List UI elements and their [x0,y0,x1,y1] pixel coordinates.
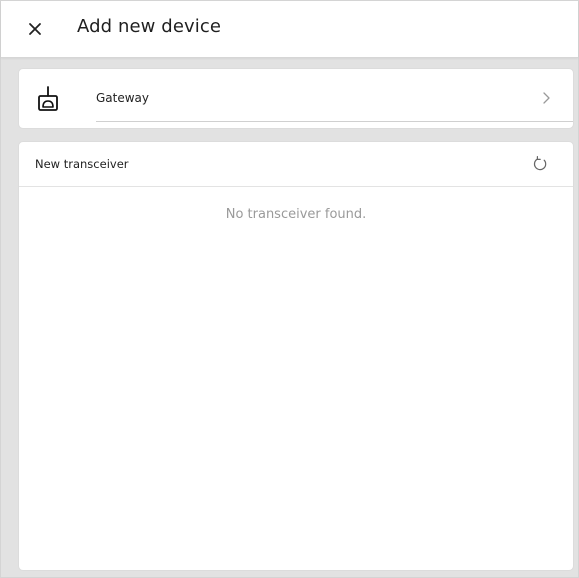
empty-state-message: No transceiver found. [225,207,367,222]
divider [96,121,573,122]
section-title: New transceiver [35,157,129,171]
dialog-header: Add new device [1,1,578,58]
close-button[interactable] [23,17,47,41]
app-window: Add new device Gateway New transceiver N… [0,0,579,578]
page-title: Add new device [77,16,222,37]
gateway-option[interactable]: Gateway [18,68,574,129]
chevron-right-icon [543,92,550,104]
refresh-icon [533,156,547,171]
close-icon [29,23,41,35]
refresh-button[interactable] [531,155,549,173]
gateway-router-icon [38,86,58,111]
transceiver-panel-header: New transceiver [19,142,573,187]
transceiver-panel: New transceiver No transceiver found. [18,141,574,571]
gateway-label: Gateway [96,91,150,105]
